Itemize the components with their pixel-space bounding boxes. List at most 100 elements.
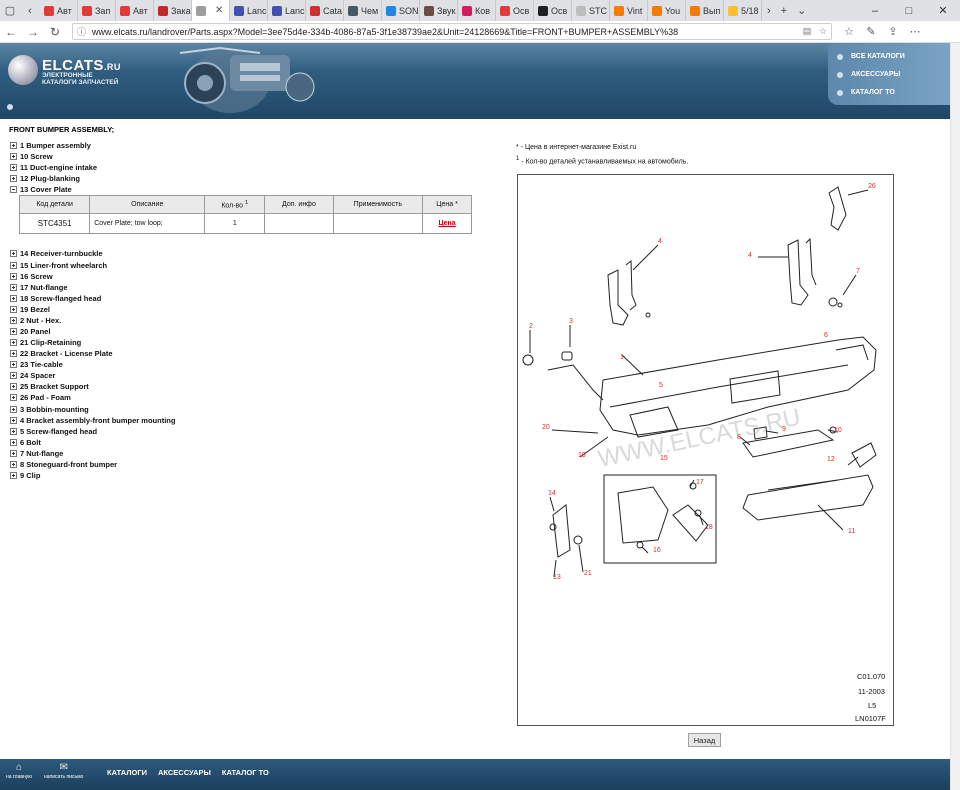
browser-tab[interactable]: Lanc (230, 0, 268, 21)
expand-icon[interactable] (10, 438, 17, 446)
favorites-icon[interactable]: ☆ (838, 25, 860, 38)
page-scrollbar[interactable] (950, 43, 960, 790)
footer-link-catalogs[interactable]: КАТАЛОГИ (107, 768, 147, 777)
expand-icon[interactable] (10, 327, 17, 335)
browser-tab[interactable]: Зака (154, 0, 192, 21)
expand-icon[interactable] (10, 449, 17, 457)
tree-item[interactable]: 4 Bracket assembly-front bumper mounting (10, 415, 175, 426)
tree-item[interactable]: 22 Bracket - License Plate (10, 348, 175, 359)
tree-item[interactable]: 25 Bracket Support (10, 381, 175, 392)
collapse-icon[interactable] (10, 186, 17, 194)
tab-list-icon[interactable]: ⌄ (792, 4, 811, 17)
expand-icon[interactable] (10, 305, 17, 313)
tree-item[interactable]: 1 Bumper assembly (10, 140, 175, 151)
tree-item[interactable]: 26 Pad - Foam (10, 392, 175, 403)
tree-item[interactable]: 6 Bolt (10, 437, 175, 448)
tree-item[interactable]: 13 Cover Plate (10, 184, 175, 195)
tree-item[interactable]: 19 Bezel (10, 304, 175, 315)
expand-icon[interactable] (10, 250, 17, 258)
tree-item[interactable]: 23 Tie-cable (10, 359, 175, 370)
share-icon[interactable]: ⇪ (882, 25, 904, 38)
close-window-icon[interactable]: ✕ (926, 0, 960, 21)
expand-icon[interactable] (10, 294, 17, 302)
logo-globe-icon[interactable] (8, 55, 38, 85)
expand-icon[interactable] (10, 261, 17, 269)
browser-tab[interactable]: Ков (458, 0, 496, 21)
expand-icon[interactable] (10, 164, 17, 172)
expand-icon[interactable] (10, 339, 17, 347)
expand-icon[interactable] (10, 142, 17, 150)
tree-item[interactable]: 3 Bobbin-mounting (10, 403, 175, 414)
expand-icon[interactable] (10, 361, 17, 369)
tree-item[interactable]: 17 Nut-flange (10, 282, 175, 293)
header-link-service-catalog[interactable]: КАТАЛОГ ТО (828, 85, 950, 100)
tree-item[interactable]: 16 Screw (10, 271, 175, 282)
expand-icon[interactable] (10, 175, 17, 183)
tree-item[interactable]: 10 Screw (10, 151, 175, 162)
price-link[interactable]: Цена (438, 220, 455, 227)
reload-icon[interactable]: ↻ (44, 25, 66, 39)
footer-link-service-catalog[interactable]: КАТАЛОГ ТО (222, 768, 269, 777)
header-link-accessories[interactable]: АКСЕССУАРЫ (828, 67, 950, 82)
tree-item[interactable]: 7 Nut-flange (10, 448, 175, 459)
expand-icon[interactable] (10, 283, 17, 291)
window-menu-icon[interactable]: ▢ (0, 0, 20, 21)
tree-item[interactable]: 8 Stoneguard-front bumper (10, 459, 175, 470)
address-bar[interactable]: ⓘ www.elcats.ru/landrover/Parts.aspx?Mod… (72, 23, 832, 40)
tree-item[interactable]: 14 Receiver-turnbuckle (10, 248, 175, 259)
browser-tab[interactable]: Cata (306, 0, 344, 21)
back-icon[interactable]: ← (0, 25, 22, 39)
tree-item[interactable]: 12 Plug-blanking (10, 173, 175, 184)
tree-item[interactable]: 15 Liner-front wheelarch (10, 259, 175, 270)
expand-icon[interactable] (10, 394, 17, 402)
browser-tab[interactable]: SON (382, 0, 420, 21)
browser-tab[interactable]: STC (572, 0, 610, 21)
expand-icon[interactable] (10, 383, 17, 391)
expand-icon[interactable] (10, 350, 17, 358)
favorite-star-icon[interactable]: ☆ (815, 26, 831, 37)
tree-item[interactable]: 21 Clip-Retaining (10, 337, 175, 348)
browser-tab[interactable]: Осв (534, 0, 572, 21)
tree-item[interactable]: 2 Nut - Hex. (10, 315, 175, 326)
header-link-all-catalogs[interactable]: ВСЕ КАТАЛОГИ (828, 49, 950, 64)
tree-item[interactable]: 11 Duct-engine intake (10, 162, 175, 173)
tree-item[interactable]: 24 Spacer (10, 370, 175, 381)
close-tab-icon[interactable]: ✕ (215, 5, 223, 16)
browser-tab[interactable]: You (648, 0, 686, 21)
expand-icon[interactable] (10, 416, 17, 424)
home-link[interactable]: ⌂ на главную (6, 763, 32, 781)
expand-icon[interactable] (10, 272, 17, 280)
pen-icon[interactable]: ✎ (860, 25, 882, 38)
site-info-icon[interactable]: ⓘ (77, 25, 86, 38)
back-button[interactable]: Назад (688, 733, 721, 747)
browser-tab[interactable]: Вып (686, 0, 724, 21)
tree-item[interactable]: 9 Clip (10, 470, 175, 481)
expand-icon[interactable] (10, 316, 17, 324)
expand-icon[interactable] (10, 460, 17, 468)
maximize-icon[interactable]: □ (892, 0, 926, 21)
browser-tab[interactable]: Осв (496, 0, 534, 21)
more-menu-icon[interactable]: ⋯ (904, 25, 926, 38)
expand-icon[interactable] (10, 372, 17, 380)
browser-tab[interactable]: Vint (610, 0, 648, 21)
browser-tab[interactable]: Авт (40, 0, 78, 21)
reader-view-icon[interactable]: ▤ (799, 26, 815, 37)
write-letter-link[interactable]: ✉ написать письмо (44, 763, 83, 781)
browser-tab[interactable]: Lanc (268, 0, 306, 21)
minimize-icon[interactable]: – (858, 0, 892, 21)
footer-link-accessories[interactable]: АКСЕССУАРЫ (158, 768, 211, 777)
tree-item[interactable]: 5 Screw-flanged head (10, 426, 175, 437)
new-tab-icon[interactable]: + (776, 5, 792, 17)
expand-icon[interactable] (10, 153, 17, 161)
forward-icon[interactable]: → (22, 25, 44, 39)
browser-tab[interactable]: Авт (116, 0, 154, 21)
browser-tab[interactable]: Чем (344, 0, 382, 21)
browser-tab[interactable]: ✕ (192, 0, 230, 21)
tree-item[interactable]: 18 Screw-flanged head (10, 293, 175, 304)
tab-scroll-left-icon[interactable]: ‹ (20, 0, 40, 21)
browser-tab[interactable]: Звук (420, 0, 458, 21)
tab-scroll-right-icon[interactable]: › (762, 5, 776, 17)
tree-item[interactable]: 20 Panel (10, 326, 175, 337)
browser-tab[interactable]: 5/18 (724, 0, 762, 21)
parts-diagram[interactable]: WWW.ELCATS.RU 26 4 4 7 6 2 3 5 1 20 19 15 9 10 8 12 17 18… (517, 174, 894, 726)
